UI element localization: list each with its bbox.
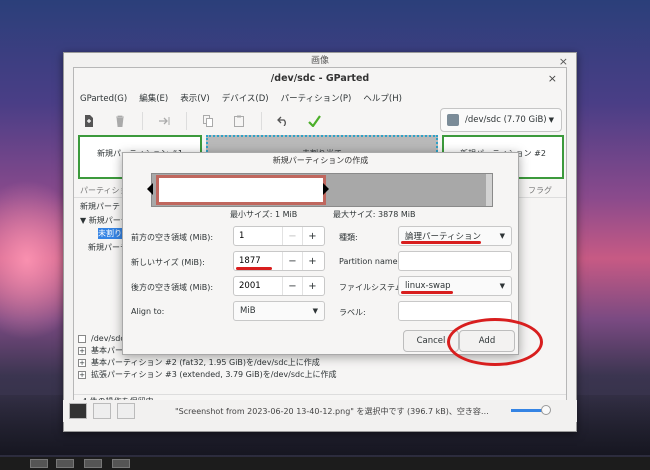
gparted-title: /dev/sdc - GParted xyxy=(270,73,370,84)
plus-icon[interactable]: + xyxy=(302,277,322,295)
pending-row-text: 基本パーティション #2 (fat32, 1.95 GiB)を/dev/sdc上… xyxy=(91,358,320,367)
zoom-slider-handle[interactable] xyxy=(541,405,551,415)
resizer-end-cap xyxy=(486,174,492,206)
sort-icon[interactable] xyxy=(93,403,111,419)
annotation-underline-size xyxy=(236,267,272,270)
min-size-label: 最小サイズ: 1 MiB xyxy=(230,210,298,219)
pending-row[interactable]: + 拡張パーティション #3 (extended, 3.79 GiB)を/dev… xyxy=(74,369,566,381)
dialog-title: 新規パーティションの作成 xyxy=(272,156,369,165)
undo-icon[interactable] xyxy=(274,112,292,130)
chevron-down-icon: ▼ xyxy=(499,282,505,290)
resize-handle-right[interactable] xyxy=(323,183,329,195)
menu-view[interactable]: 表示(V) xyxy=(174,91,215,107)
plus-icon[interactable]: + xyxy=(302,252,322,270)
partition-name-field[interactable] xyxy=(398,251,512,271)
paste-icon[interactable] xyxy=(230,112,248,130)
chevron-down-icon: ▼ xyxy=(312,307,318,315)
minus-icon[interactable]: − xyxy=(282,277,302,295)
new-partition-icon[interactable] xyxy=(80,112,98,130)
free-before-label: 前方の空き領域 (MiB): xyxy=(131,233,214,242)
viewer-status-text: "Screenshot from 2023-06-20 13-40-12.png… xyxy=(175,406,489,416)
free-after-input[interactable] xyxy=(234,281,282,291)
free-before-input[interactable] xyxy=(234,231,282,241)
copy-icon[interactable] xyxy=(199,112,217,130)
filesystem-label: ファイルシステム: xyxy=(339,283,406,292)
partition-name-label: Partition name: xyxy=(339,257,401,266)
menu-edit[interactable]: 編集(E) xyxy=(133,91,174,107)
viewer-bottom-bar: "Screenshot from 2023-06-20 13-40-12.png… xyxy=(63,400,577,422)
free-after-spinner[interactable]: − + xyxy=(233,276,325,296)
device-selector[interactable]: /dev/sdc (7.70 GiB) ▼ xyxy=(440,108,562,132)
gparted-close-icon[interactable]: × xyxy=(548,72,557,85)
view-icon[interactable] xyxy=(69,403,87,419)
new-size-input[interactable] xyxy=(234,256,282,266)
resize-move-icon[interactable] xyxy=(155,112,173,130)
minus-icon[interactable]: − xyxy=(282,252,302,270)
partition-resizer[interactable] xyxy=(147,173,493,207)
plus-icon[interactable]: + xyxy=(302,227,322,245)
resize-handle-left[interactable] xyxy=(147,183,153,195)
chevron-down-icon: ▼ xyxy=(548,116,554,124)
toolbar-separator xyxy=(142,112,143,130)
menu-device[interactable]: デバイス(D) xyxy=(216,91,275,107)
free-after-label: 後方の空き領域 (MiB): xyxy=(131,283,214,292)
menu-partition[interactable]: パーティション(P) xyxy=(275,91,358,107)
menu-gparted[interactable]: GParted(G) xyxy=(74,91,133,107)
annotation-underline-type xyxy=(401,241,481,244)
taskbar-app-icon[interactable] xyxy=(84,459,102,468)
annotation-circle-add xyxy=(447,318,543,366)
align-value: MiB xyxy=(240,306,256,316)
menubar: GParted(G) 編集(E) 表示(V) デバイス(D) パーティション(P… xyxy=(74,91,566,107)
apply-check-icon[interactable] xyxy=(305,112,323,130)
tree-item-part1[interactable]: 新規パーテ xyxy=(80,201,120,212)
filesystem-value: linux-swap xyxy=(405,281,451,291)
delete-icon[interactable] xyxy=(111,112,129,130)
menu-help[interactable]: ヘルプ(H) xyxy=(357,91,408,107)
info-icon[interactable] xyxy=(117,403,135,419)
type-label: 種類: xyxy=(339,233,358,242)
add-icon: + xyxy=(78,359,86,367)
taskbar-app-icon[interactable] xyxy=(30,459,48,468)
annotation-underline-fs xyxy=(401,291,453,294)
new-size-label: 新しいサイズ (MiB): xyxy=(131,258,205,267)
toolbar-separator xyxy=(261,112,262,130)
taskbar-app-icon[interactable] xyxy=(112,459,130,468)
pending-row-text: 拡張パーティション #3 (extended, 3.79 GiB)を/dev/s… xyxy=(91,370,337,379)
toolbar-separator xyxy=(186,112,187,130)
align-select[interactable]: MiB ▼ xyxy=(233,301,325,321)
free-before-spinner[interactable]: − + xyxy=(233,226,325,246)
device-label: /dev/sdc (7.70 GiB) xyxy=(465,115,547,125)
add-icon: + xyxy=(78,371,86,379)
label-label: ラベル: xyxy=(339,308,366,317)
chevron-down-icon: ▼ xyxy=(499,232,505,240)
max-size-label: 最大サイズ: 3878 MiB xyxy=(333,210,416,219)
pending-row-text: /dev/sdc xyxy=(91,334,125,343)
resizer-partition-block[interactable] xyxy=(156,175,326,205)
col-flags[interactable]: フラグ xyxy=(528,185,552,196)
align-label: Align to: xyxy=(131,307,165,316)
taskbar-app-icon[interactable] xyxy=(56,459,74,468)
disk-icon xyxy=(78,335,86,343)
minus-icon[interactable]: − xyxy=(282,227,302,245)
disk-icon xyxy=(447,114,459,126)
taskbar xyxy=(0,457,650,470)
add-icon: + xyxy=(78,347,86,355)
